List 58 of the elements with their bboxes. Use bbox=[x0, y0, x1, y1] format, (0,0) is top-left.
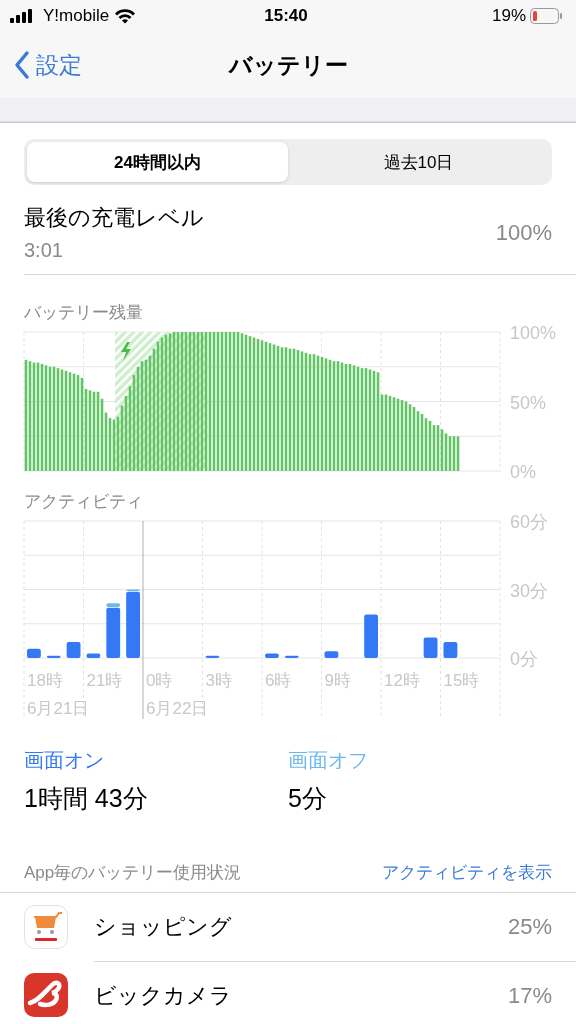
last-charge-level: 100% bbox=[495, 219, 552, 246]
axis-label: 15時 bbox=[443, 671, 480, 690]
screen-on-bar bbox=[27, 648, 41, 658]
app-name: ビックカメラ bbox=[94, 981, 233, 1010]
segment-tab[interactable]: 24時間以内 bbox=[27, 142, 288, 182]
battery-icon bbox=[530, 8, 562, 24]
screen-on-bar bbox=[126, 591, 140, 658]
page-title: バッテリー bbox=[228, 51, 348, 78]
date-label: 6月21日 bbox=[27, 699, 90, 718]
axis-label: 6時 bbox=[265, 671, 292, 690]
axis-label: 30分 bbox=[510, 580, 549, 601]
screen-time-value: 1時間 43分 bbox=[24, 783, 149, 814]
show-activity-link[interactable]: アクティビティを表示 bbox=[382, 861, 552, 884]
battery-percent: 19% bbox=[492, 6, 526, 26]
last-charge-label: 最後の充電レベル bbox=[24, 204, 205, 232]
cart-app-icon bbox=[24, 905, 68, 949]
back-button[interactable]: 設定 bbox=[0, 49, 82, 81]
date-label: 6月22日 bbox=[146, 699, 209, 718]
clock-time: 15:40 bbox=[264, 6, 308, 26]
axis-label: 18時 bbox=[27, 671, 63, 690]
screen-on-bar bbox=[364, 614, 378, 658]
chart-title: アクティビティ bbox=[24, 491, 143, 513]
screen-on-bar bbox=[324, 651, 339, 658]
screen-on-bar bbox=[66, 642, 81, 658]
segment-tab[interactable]: 過去10日 bbox=[288, 142, 549, 182]
swoosh-app-icon bbox=[24, 973, 68, 1017]
screen-on-bar bbox=[86, 653, 101, 658]
screen-on-bar bbox=[284, 655, 299, 658]
screen-on-bar bbox=[265, 653, 279, 658]
axis-label: 50% bbox=[510, 392, 547, 413]
usage-percent: 17% bbox=[507, 982, 552, 1009]
screen-on-bar bbox=[46, 655, 61, 658]
wifi-icon bbox=[114, 8, 137, 24]
screen-on-bar bbox=[423, 637, 438, 658]
usage-percent: 25% bbox=[507, 914, 552, 940]
axis-label: 0分 bbox=[510, 649, 538, 669]
chart-title: バッテリー残量 bbox=[24, 302, 143, 324]
section-header: App毎のバッテリー使用状況 bbox=[24, 862, 242, 884]
screen-on-bar bbox=[106, 607, 121, 658]
axis-label: 60分 bbox=[510, 513, 549, 532]
screen-time-value: 5分 bbox=[288, 783, 328, 814]
axis-label: 100% bbox=[510, 324, 557, 343]
screen-on-bar bbox=[205, 655, 220, 658]
lightning-icon bbox=[121, 342, 131, 361]
axis-label: 21時 bbox=[86, 671, 123, 690]
legend-label: 画面オン bbox=[24, 748, 105, 773]
screen-off-bar bbox=[106, 603, 121, 607]
axis-label: 12時 bbox=[384, 671, 420, 690]
screen-on-bar bbox=[443, 642, 458, 658]
axis-label: 9時 bbox=[324, 671, 351, 690]
axis-label: 0% bbox=[510, 462, 536, 482]
axis-label: 0時 bbox=[146, 671, 173, 690]
axis-label: 3時 bbox=[205, 671, 232, 690]
legend-label: 画面オフ bbox=[288, 748, 369, 773]
carrier-name: Y!mobile bbox=[43, 6, 110, 26]
last-charge-time: 3:01 bbox=[24, 239, 64, 262]
app-name: ショッピング bbox=[94, 913, 233, 941]
back-chevron-icon bbox=[14, 50, 30, 80]
